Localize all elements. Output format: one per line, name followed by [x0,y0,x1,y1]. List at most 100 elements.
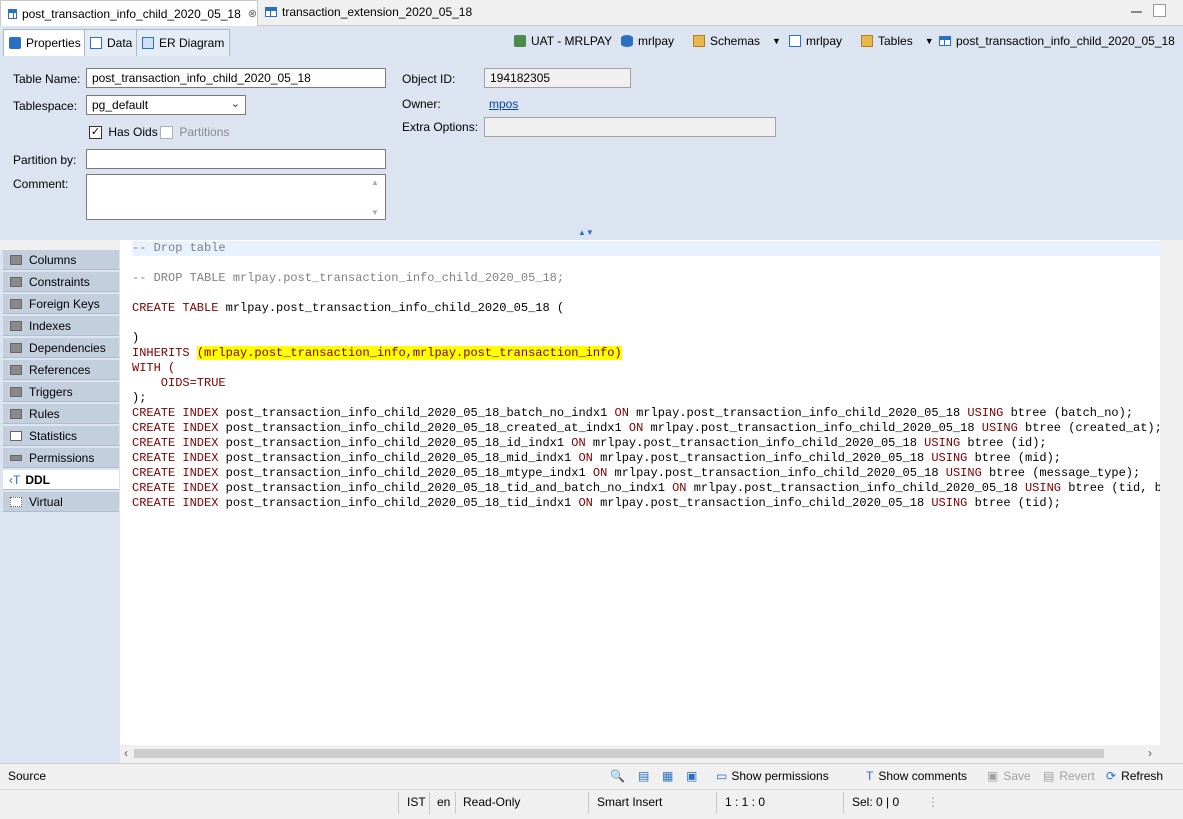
ddl-line-create-index: CREATE INDEX post_transaction_info_child… [132,496,1061,511]
format-icon[interactable]: ▤ [638,769,649,783]
sidebar-item-indexes[interactable]: Indexes [3,316,119,336]
sql-keyword: ON [578,451,593,465]
ddl-line-close-paren: ) [132,331,140,345]
source-label: Source [8,769,47,783]
sidebar-item-ddl[interactable]: ‹T DDL [3,470,119,490]
show-comments-button[interactable]: T Show comments [866,769,967,783]
sql-text: mrlpay.post_transaction_info_child_2020_… [650,421,975,435]
scrollbar-thumb[interactable] [134,749,1104,758]
text-icon: T [866,769,874,783]
sql-text: post_transaction_info_child_2020_05_18_c… [225,421,622,435]
sql-text: btree (batch_no); [1010,406,1134,420]
sql-text: mrlpay.post_transaction_info_child_2020_… [600,451,925,465]
sql-keyword: ON [578,496,593,510]
sql-text: post_transaction_info_child_2020_05_18_t… [225,496,572,510]
breadcrumb-label: UAT - MRLPAY [531,34,613,48]
scroll-down-icon[interactable]: ▼ [371,208,379,217]
close-icon[interactable]: ⊗ [248,7,257,20]
sidebar-item-foreign-keys[interactable]: Foreign Keys [3,294,119,314]
refresh-icon: ⟳ [1106,769,1117,783]
breadcrumb-table[interactable]: post_transaction_info_child_2020_05_18 [939,34,1175,48]
sql-keyword: ON [614,406,629,420]
table-name-label: Table Name: [13,72,81,86]
open-file-icon[interactable]: ▦ [662,769,673,783]
columns-icon [10,254,22,265]
partition-by-input[interactable] [86,149,386,169]
sidebar-item-dependencies[interactable]: Dependencies [3,338,119,358]
tab-properties[interactable]: Properties [3,29,87,56]
has-oids-label: Has Oids [108,125,158,139]
properties-icon [9,37,21,49]
scroll-up-icon[interactable]: ▲ [371,178,379,187]
sidebar-item-label: Virtual [29,494,63,509]
sql-keyword: USING [967,406,1004,420]
search-icon[interactable]: 🔍 [610,769,625,783]
folder-icon [10,342,22,353]
divider [455,792,456,814]
checkbox-icon [160,126,173,140]
sidebar-item-triggers[interactable]: Triggers [3,382,119,402]
scroll-right-icon[interactable]: › [1148,746,1152,760]
table-name-input[interactable]: post_transaction_info_child_2020_05_18 [86,68,386,88]
status-mode: Read-Only [463,795,521,809]
tablespace-select[interactable]: pg_default ⌄ [86,95,246,115]
sql-keyword: CREATE TABLE [132,301,219,315]
tab-data[interactable]: Data [84,29,139,56]
extra-options-label: Extra Options: [402,120,479,134]
comment-textarea[interactable] [86,174,386,220]
editor-toolbar: Source 🔍 ▤ ▦ ▣ ▭ Show permissions T Show c… [0,763,1183,789]
key-icon [10,276,22,287]
vertical-scrollbar[interactable] [1160,240,1183,745]
partitions-checkbox[interactable]: Partitions [160,125,230,140]
chevron-down-icon[interactable]: ▼ [925,36,934,46]
sql-text: post_transaction_info_child_2020_05_18_m… [225,451,572,465]
sidebar-item-constraints[interactable]: Constraints [3,272,119,292]
sidebar-item-label: Indexes [29,318,72,333]
editor-tab-label: post_transaction_info_child_2020_05_18 [21,6,241,21]
sidebar-item-virtual[interactable]: Virtual [3,492,119,512]
editor-tab-transaction-extension[interactable]: transaction_extension_2020_05_18 [258,0,478,24]
ddl-line-create-table: CREATE TABLE mrlpay.post_transaction_inf… [132,301,564,316]
schema-icon [789,35,801,47]
breadcrumb-label: post_transaction_info_child_2020_05_18 [956,34,1175,48]
partitions-label: Partitions [179,125,230,139]
save-button[interactable]: ▣ Save [987,769,1031,783]
breadcrumb-schemas[interactable]: Schemas ▼ [693,34,781,48]
breadcrumb-database[interactable]: mrlpay [621,34,674,48]
maximize-icon[interactable] [1153,4,1166,17]
horizontal-scrollbar[interactable]: ‹ › [120,745,1160,762]
status-insert-mode: Smart Insert [597,795,663,809]
scroll-left-icon[interactable]: ‹ [124,746,128,760]
sidebar-item-label: Rules [29,406,60,421]
show-permissions-button[interactable]: ▭ Show permissions [716,769,829,783]
breadcrumb-schema[interactable]: mrlpay [789,34,842,48]
chevron-down-icon: ⌄ [230,98,240,110]
refresh-button[interactable]: ⟳ Refresh [1106,769,1163,783]
comment-label: Comment: [13,177,69,191]
tablespace-label: Tablespace: [13,99,78,113]
collapse-expand-icon[interactable]: ▲▼ [578,228,594,237]
sidebar-item-columns[interactable]: Columns [3,250,119,270]
sidebar-item-permissions[interactable]: Permissions [3,448,119,468]
revert-button[interactable]: ▤ Revert [1043,769,1095,783]
breadcrumb-label: Schemas [710,34,761,48]
sidebar-item-rules[interactable]: Rules [3,404,119,424]
save-file-icon[interactable]: ▣ [686,769,697,783]
ddl-line-create-index: CREATE INDEX post_transaction_info_child… [132,451,1061,466]
chevron-down-icon[interactable]: ▼ [772,36,781,46]
owner-link[interactable]: mpos [489,97,518,111]
breadcrumb-connection[interactable]: UAT - MRLPAY [514,34,612,48]
tablespace-value: pg_default [92,98,149,112]
sql-text: mrlpay.post_transaction_info_child_2020_… [693,481,1018,495]
breadcrumb-label: mrlpay [638,34,675,48]
ddl-editor[interactable]: -- Drop table -- DROP TABLE mrlpay.post_… [120,240,1160,745]
breadcrumb-label: mrlpay [806,34,843,48]
sidebar-item-statistics[interactable]: Statistics [3,426,119,446]
sql-text: btree (id); [967,436,1047,450]
minimize-icon[interactable] [1131,4,1142,13]
sidebar-item-references[interactable]: References [3,360,119,380]
has-oids-checkbox[interactable]: ✓ Has Oids [89,125,158,140]
tab-er-diagram[interactable]: ER Diagram [136,29,231,56]
editor-tab-post-transaction[interactable]: post_transaction_info_child_2020_05_18 ⊗ [0,0,258,26]
breadcrumb-tables[interactable]: Tables ▼ [861,34,934,48]
